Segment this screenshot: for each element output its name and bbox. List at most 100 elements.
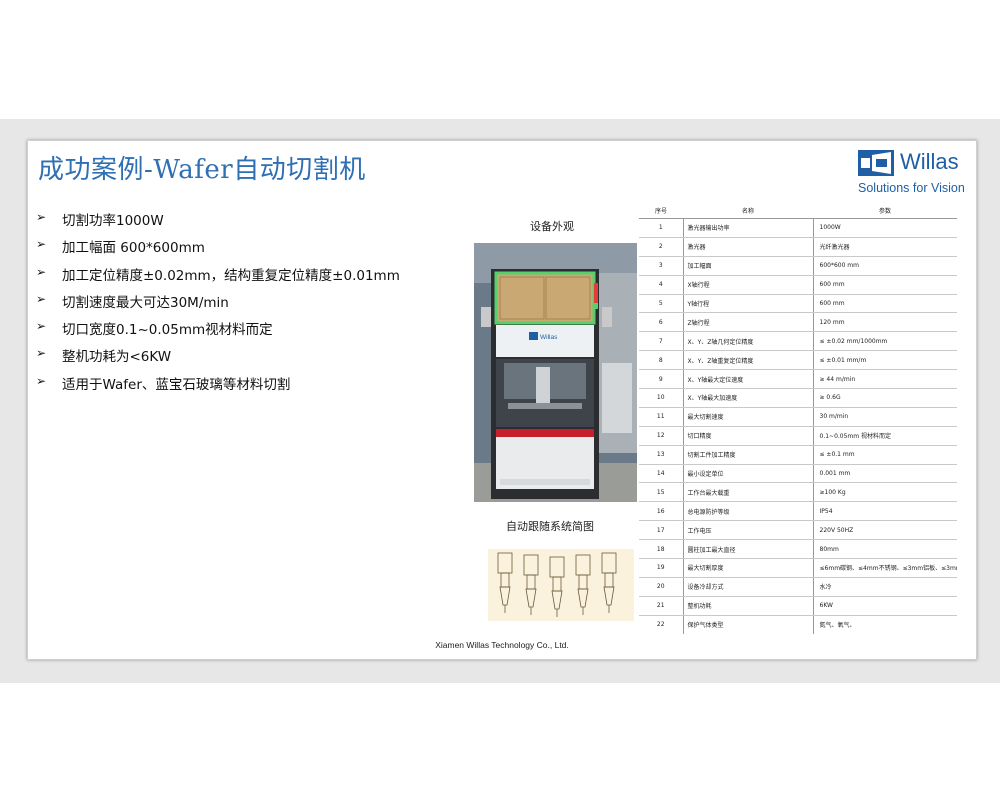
feature-text: 切口宽度0.1~0.05mm视材料而定 — [62, 322, 273, 339]
table-row: 5 Y轴行程 600 mm — [639, 294, 957, 314]
spec-index-cell: 2 — [639, 237, 684, 257]
spec-name-cell: X、Y、Z轴重复定位精度 — [683, 350, 814, 371]
table-row: 12 切口精度 0.1~0.05mm 视材料而定 — [639, 426, 957, 446]
spec-index-cell: 1 — [639, 218, 684, 238]
table-row: 3 加工幅面 600*600 mm — [639, 256, 957, 276]
spec-value-cell: ≤6mm碳钢、≤4mm不锈钢、≤3mm铝板、≤3mm铜、≤3mm钢 — [813, 558, 957, 578]
spec-name-cell: 圆柱加工最大直径 — [683, 539, 814, 560]
feature-item: ➢ 整机功耗为<6KW — [36, 345, 400, 372]
table-row: 16 总电源防护等级 IP54 — [639, 501, 957, 522]
feature-item: ➢ 切口宽度0.1~0.05mm视材料而定 — [36, 318, 400, 345]
spec-table-body: 1 激光器输出功率 1000W 2 激光器 光纤激光器 3 加工幅面 600*600 mm 4 X轴… — [639, 218, 957, 634]
spec-name-cell: 保护气体类型 — [683, 615, 814, 634]
feature-text: 适用于Wafer、蓝宝石玻璃等材料切割 — [62, 376, 291, 393]
bullet-arrow-icon: ➢ — [36, 319, 47, 334]
feature-text: 切割功率1000W — [62, 213, 164, 229]
diagram-caption: 自动跟随系统简图 — [506, 520, 594, 533]
spec-index-cell: 3 — [639, 256, 684, 276]
spec-value-cell: 1000W — [813, 218, 957, 238]
bullet-arrow-icon: ➢ — [36, 210, 47, 224]
spec-index-cell: 7 — [639, 331, 684, 352]
spec-value-cell: 氮气、氧气、 — [819, 622, 856, 630]
follow-system-diagram — [488, 549, 634, 621]
spec-name-cell: 工作台最大载重 — [683, 482, 814, 503]
spec-index-cell: 13 — [639, 445, 684, 465]
spec-name-cell: 整机功耗 — [683, 596, 814, 616]
table-row: 18 圆柱加工最大直径 80mm — [639, 539, 957, 560]
company-logo: Willas Solutions for Vision — [858, 147, 970, 195]
bullet-arrow-icon: ➢ — [36, 237, 47, 252]
machine-brand-label: Willas — [540, 334, 558, 341]
willas-logo-icon — [858, 150, 894, 176]
spec-value-cell: ≤ ±0.02 mm/1000mm — [813, 331, 957, 352]
spec-index-cell: 15 — [639, 482, 684, 503]
feature-text: 加工幅面 600*600mm — [62, 240, 205, 257]
logo-name: Willas — [900, 149, 959, 174]
feature-list: ➢ 切割功率1000W ➢ 加工幅面 600*600mm ➢ 加工定位精度±0.02m… — [36, 209, 400, 400]
spec-name-cell: 切口精度 — [683, 426, 814, 446]
table-row: 8 X、Y、Z轴重复定位精度 ≤ ±0.01 mm/m — [639, 350, 957, 371]
spec-index-cell: 16 — [639, 501, 684, 522]
spec-value-cell: 600 mm — [813, 294, 957, 314]
spec-index-cell: 22 — [639, 615, 684, 634]
spec-value-cell: 30 m/min — [813, 407, 957, 427]
spec-value-cell: 0.1~0.05mm 视材料而定 — [813, 426, 957, 446]
spec-name-cell: 工作电压 — [683, 520, 814, 541]
spec-value-cell: 120 mm — [813, 312, 957, 333]
spec-name-cell: 激光器输出功率 — [683, 218, 814, 238]
spec-value-cell: ≥ 44 m/min — [813, 369, 957, 390]
spec-value-cell: ≤ ±0.01 mm/m — [813, 350, 957, 371]
spec-value-cell: 600*600 mm — [813, 256, 957, 276]
spec-index-cell: 12 — [639, 426, 684, 446]
spec-value-cell: ≥ 0.6G — [813, 388, 957, 408]
spec-index-cell: 4 — [639, 275, 684, 295]
spec-value-cell: 80mm — [813, 539, 957, 560]
spec-name-cell: 加工幅面 — [683, 256, 814, 276]
spec-index-cell: 6 — [639, 312, 684, 333]
spec-index-cell: 21 — [639, 596, 684, 616]
photo-caption: 设备外观 — [530, 220, 574, 233]
spec-value-cell: 水冷 — [813, 577, 957, 597]
table-row: 1 激光器输出功率 1000W — [639, 218, 957, 238]
spec-value-cell: ≤ ±0.1 mm — [813, 445, 957, 465]
footer-company: Xiamen Willas Technology Co., Ltd. — [435, 640, 569, 650]
spec-index-cell: 17 — [639, 520, 684, 541]
spec-name-cell: 设备冷却方式 — [683, 577, 814, 597]
spec-name-cell: 总电源防护等级 — [683, 501, 814, 522]
spec-name-cell: 最大切割速度 — [683, 407, 814, 427]
spec-index-cell: 5 — [639, 294, 684, 314]
slide-title: 成功案例-Wafer自动切割机 — [38, 155, 366, 185]
feature-item: ➢ 切割速度最大可达30M/min — [36, 291, 400, 318]
table-row: 22 保护气体类型 氮气、氧气、 — [639, 615, 957, 634]
feature-text: 切割速度最大可达30M/min — [62, 294, 229, 311]
table-row: 6 Z轴行程 120 mm — [639, 312, 957, 333]
bullet-arrow-icon: ➢ — [36, 291, 47, 306]
spec-name-cell: 最小设定单位 — [683, 464, 814, 484]
spec-index-cell: 11 — [639, 407, 684, 427]
spec-name-cell: Y轴行程 — [683, 294, 814, 314]
spec-name-cell: X、Y、Z轴几何定位精度 — [683, 331, 814, 352]
feature-text: 加工定位精度±0.02mm，结构重复定位精度±0.01mm — [62, 267, 400, 284]
spec-header-row: 序号 名称 参数 — [639, 202, 957, 219]
spec-value-cell: IP54 — [813, 501, 957, 522]
spec-index-cell: 9 — [639, 369, 684, 390]
spec-name-cell: 切割工件加工精度 — [683, 445, 814, 465]
table-row: 19最大切割厚度≤6mm碳钢、≤4mm不锈钢、≤3mm铝板、≤3mm铜、≤3mm… — [639, 558, 957, 578]
spec-value-cell: 220V 50HZ — [813, 520, 957, 541]
table-row: 10 X、Y轴最大加速度 ≥ 0.6G — [639, 388, 957, 408]
feature-item: ➢ 适用于Wafer、蓝宝石玻璃等材料切割 — [36, 373, 400, 400]
bullet-arrow-icon: ➢ — [36, 264, 47, 279]
spec-name-cell: X轴行程 — [683, 275, 814, 295]
spec-index-cell: 8 — [639, 350, 684, 371]
table-row: 7 X、Y、Z轴几何定位精度 ≤ ±0.02 mm/1000mm — [639, 331, 957, 352]
spec-index-cell: 10 — [639, 388, 684, 408]
logo-tagline: Solutions for Vision — [858, 181, 965, 195]
machine-photo: Willas — [474, 243, 637, 502]
nozzle-diagram-illustration — [497, 552, 617, 617]
spec-table: 序号 名称 参数 1 激光器输出功率 1000W 2 激光器 光纤激光器 3 加工幅面 600*… — [639, 202, 957, 634]
table-row: 9 X、Y轴最大定位速度 ≥ 44 m/min — [639, 369, 957, 390]
table-row: 4 X轴行程 600 mm — [639, 275, 957, 295]
spec-value-cell: ≥100 Kg — [813, 482, 957, 503]
bullet-arrow-icon: ➢ — [36, 373, 47, 388]
feature-text: 整机功耗为<6KW — [62, 349, 172, 366]
